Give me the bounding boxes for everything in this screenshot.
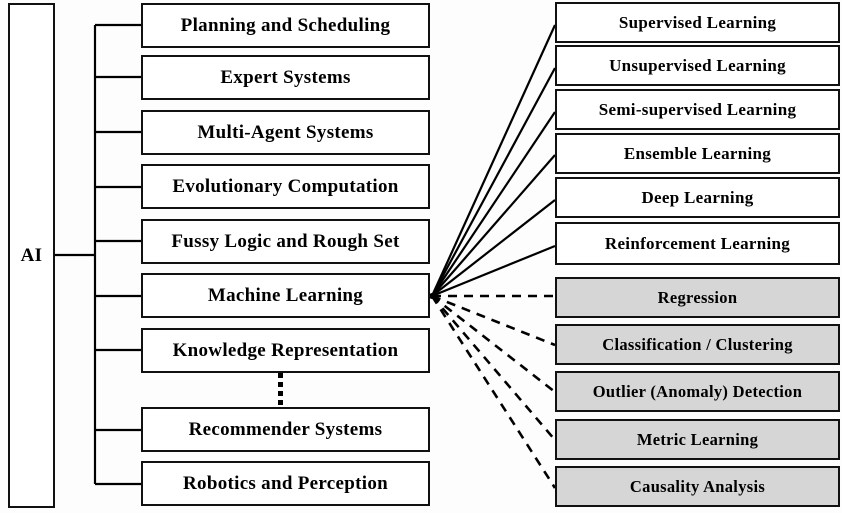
node-label: Regression: [657, 287, 738, 307]
connector-ml-paradigm-6: [431, 244, 556, 298]
connector-ml-paradigm-5: [431, 199, 556, 297]
node-label: Fussy Logic and Rough Set: [171, 230, 400, 252]
node-ml-paradigm-5[interactable]: Deep Learning: [555, 177, 840, 218]
node-label: Outlier (Anomaly) Detection: [592, 381, 803, 401]
node-ai-subfield-2[interactable]: Expert Systems: [141, 55, 430, 100]
node-ai-subfield-7[interactable]: Knowledge Representation: [141, 328, 430, 373]
node-ml-task-2[interactable]: Classification / Clustering: [555, 324, 840, 365]
node-root-ai[interactable]: AI: [8, 3, 55, 508]
node-label: Planning and Scheduling: [180, 14, 391, 36]
connector-ml-task-4: [431, 295, 556, 441]
connector-ml-paradigm-3: [431, 111, 556, 297]
connector-ml-task-3: [431, 294, 556, 394]
node-label: Robotics and Perception: [183, 472, 388, 494]
ellipsis-dot: [277, 382, 283, 387]
node-ml-task-3[interactable]: Outlier (Anomaly) Detection: [555, 371, 840, 412]
node-label: Multi-Agent Systems: [197, 121, 374, 143]
node-label: Reinforcement Learning: [604, 233, 791, 253]
node-ml-paradigm-1[interactable]: Supervised Learning: [555, 2, 840, 43]
connector-ml-task-2: [431, 294, 556, 347]
node-ai-subfield-5[interactable]: Fussy Logic and Rough Set: [141, 219, 430, 264]
node-ml-paradigm-6[interactable]: Reinforcement Learning: [555, 222, 840, 265]
node-label: Unsupervised Learning: [609, 55, 786, 75]
node-label: Evolutionary Computation: [172, 175, 399, 197]
node-label: Supervised Learning: [618, 12, 777, 32]
node-ai-subfield-1[interactable]: Planning and Scheduling: [141, 3, 430, 48]
node-ai-subfield-9[interactable]: Robotics and Perception: [141, 461, 430, 506]
ellipsis-dot: [277, 400, 283, 405]
node-label: Classification / Clustering: [602, 334, 793, 354]
node-ml-paradigm-2[interactable]: Unsupervised Learning: [555, 45, 840, 86]
node-label: Metric Learning: [636, 429, 759, 449]
node-label: Knowledge Representation: [172, 339, 399, 361]
ellipsis-dot: [277, 391, 283, 396]
connector-ml-task-5: [430, 295, 557, 489]
node-label: Recommender Systems: [188, 418, 383, 440]
node-label: Semi-supervised Learning: [598, 99, 797, 119]
node-label: Deep Learning: [641, 187, 754, 207]
vertical-ellipsis-icon: [274, 373, 286, 405]
node-ai-subfield-3[interactable]: Multi-Agent Systems: [141, 110, 430, 155]
node-ml-task-4[interactable]: Metric Learning: [555, 419, 840, 460]
node-label: Expert Systems: [220, 66, 351, 88]
node-ai-subfield-8[interactable]: Recommender Systems: [141, 407, 430, 452]
node-label: Causality Analysis: [629, 476, 766, 496]
node-label: Machine Learning: [207, 284, 364, 306]
node-ml-paradigm-4[interactable]: Ensemble Learning: [555, 133, 840, 174]
node-ml-task-5[interactable]: Causality Analysis: [555, 466, 840, 507]
node-ai-subfield-6[interactable]: Machine Learning: [141, 273, 430, 318]
connector-ml-paradigm-4: [431, 154, 556, 297]
diagram-canvas: AI Planning and Scheduling Expert Systems…: [0, 0, 842, 513]
connector-ml-paradigm-2: [431, 67, 556, 297]
node-ai-subfield-4[interactable]: Evolutionary Computation: [141, 164, 430, 209]
node-ml-task-1[interactable]: Regression: [555, 277, 840, 318]
node-label: Ensemble Learning: [623, 143, 772, 163]
node-ml-paradigm-3[interactable]: Semi-supervised Learning: [555, 89, 840, 130]
ellipsis-dot: [277, 373, 283, 378]
connector-ml-paradigm-1: [430, 24, 557, 297]
